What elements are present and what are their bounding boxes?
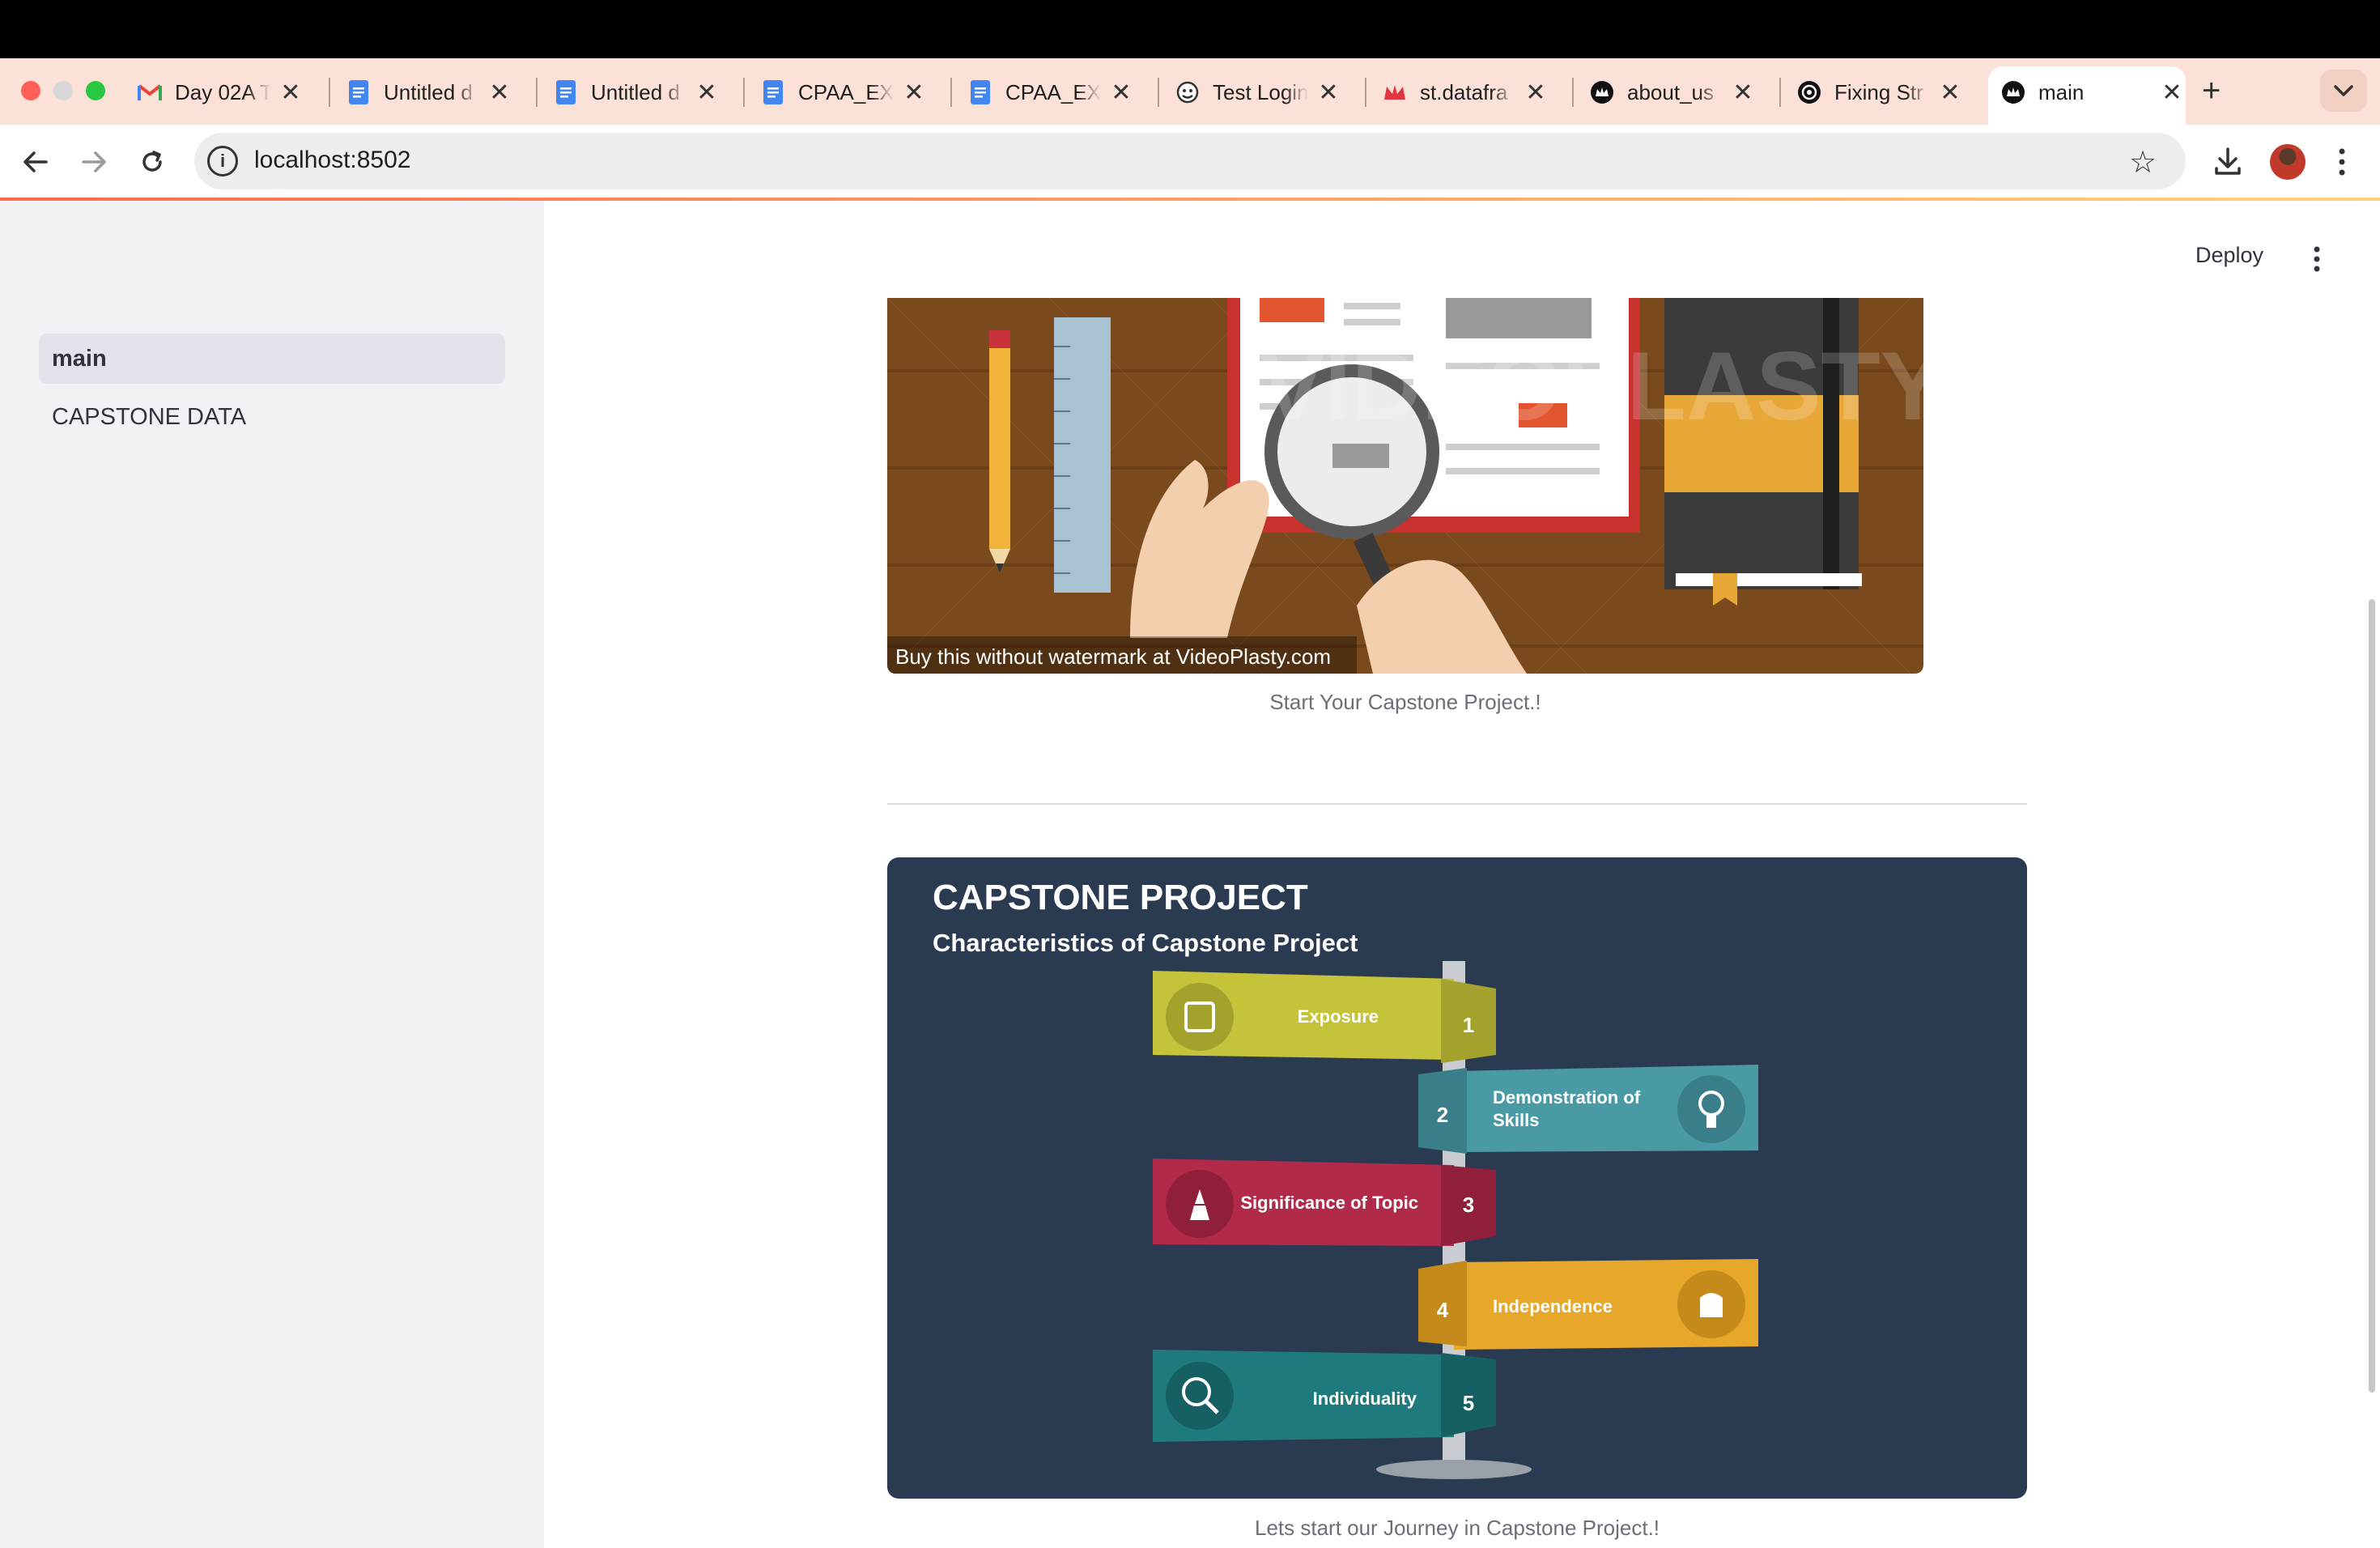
tab-label: Day 02A T — [175, 79, 270, 104]
section-divider — [887, 803, 2027, 805]
browser-tab[interactable]: CPAA_EXI ✕ — [761, 68, 926, 117]
sidebar-item-main[interactable]: main — [39, 334, 505, 384]
close-icon[interactable]: ✕ — [1731, 79, 1755, 107]
back-button[interactable] — [16, 142, 55, 181]
profile-avatar[interactable] — [2270, 144, 2306, 180]
browser-tab[interactable]: st.datafra ✕ — [1383, 68, 1548, 117]
streamlit-app-icon — [1590, 80, 1614, 104]
close-icon[interactable]: ✕ — [1109, 79, 1133, 107]
browser-tab[interactable]: about_us ✕ — [1590, 68, 1755, 117]
browser-tab[interactable]: Fixing Str ✕ — [1797, 68, 1962, 117]
browser-tab[interactable]: Untitled d ✕ — [346, 68, 512, 117]
arrow-right-icon — [82, 151, 106, 172]
app-menu-icon[interactable] — [2307, 243, 2327, 275]
site-info-icon[interactable]: i — [207, 146, 238, 176]
browser-tab[interactable]: Untitled d ✕ — [554, 68, 719, 117]
close-icon[interactable]: ✕ — [487, 79, 512, 107]
docs-icon — [968, 80, 992, 104]
docs-icon — [761, 80, 785, 104]
sign-5-number: 5 — [1463, 1391, 1474, 1415]
sign-5-label: Individuality — [1313, 1389, 1417, 1409]
browser-tab-active[interactable]: main ✕ — [2001, 68, 2184, 117]
tab-separator — [743, 78, 745, 107]
tab-separator — [1572, 78, 1574, 107]
close-icon[interactable]: ✕ — [1938, 79, 1962, 107]
streamlit-crown-icon — [1383, 80, 1407, 104]
page-scrollbar[interactable] — [2369, 599, 2375, 1393]
browser-tab[interactable]: Test Login ✕ — [1175, 68, 1341, 117]
address-bar[interactable] — [194, 133, 2186, 189]
browser-menu-icon[interactable] — [2330, 144, 2354, 180]
tab-label: Untitled d — [591, 79, 680, 104]
sign-1-number: 1 — [1463, 1013, 1474, 1037]
docs-icon — [554, 80, 578, 104]
sidebar-item-capstone-data[interactable]: CAPSTONE DATA — [39, 392, 505, 442]
tab-search-button[interactable] — [2320, 70, 2367, 112]
tab-separator — [536, 78, 538, 107]
chevron-down-icon — [2334, 85, 2353, 96]
sign-2-number: 2 — [1437, 1103, 1448, 1127]
tab-label: st.datafra — [1420, 79, 1508, 104]
tab-separator — [329, 78, 330, 107]
tab-label: CPAA_EXI — [798, 79, 894, 104]
infographic-title: CAPSTONE PROJECT — [933, 878, 1308, 917]
window-zoom-button[interactable] — [86, 81, 105, 100]
tab-separator — [1365, 78, 1366, 107]
sidebar-item-label: CAPSTONE DATA — [52, 403, 247, 430]
svg-text:VIDEOPLASTY: VIDEOPLASTY — [1260, 332, 1923, 440]
tab-label: about_us — [1627, 79, 1714, 104]
new-tab-button[interactable]: + — [2202, 73, 2221, 109]
sign-4-number: 4 — [1437, 1298, 1449, 1322]
tab-label: Untitled d — [384, 79, 473, 104]
sidebar-item-label: main — [52, 345, 107, 372]
tab-separator — [1158, 78, 1159, 107]
image1-caption: Start Your Capstone Project.! — [1269, 690, 1541, 714]
screen-top-bar — [0, 0, 2380, 58]
reload-button[interactable] — [133, 142, 172, 181]
sign-4-label: Independence — [1493, 1296, 1613, 1316]
tab-label: Test Login — [1213, 79, 1308, 104]
window-close-button[interactable] — [21, 81, 40, 100]
close-icon[interactable]: ✕ — [902, 79, 926, 107]
close-icon[interactable]: ✕ — [1316, 79, 1341, 107]
openai-icon — [1797, 80, 1821, 104]
tab-separator — [1779, 78, 1781, 107]
sidebar: main CAPSTONE DATA — [0, 201, 544, 1548]
close-icon[interactable]: ✕ — [695, 79, 719, 107]
streamlit-app-icon — [2001, 80, 2025, 104]
face-icon — [1175, 80, 1200, 104]
sign-2-label-line1: Demonstration of — [1493, 1087, 1641, 1108]
close-icon[interactable]: ✕ — [278, 79, 303, 107]
gmail-icon — [138, 80, 162, 104]
close-icon[interactable]: ✕ — [1524, 79, 1548, 107]
sign-3-label: Significance of Topic — [1240, 1193, 1418, 1213]
browser-tab[interactable]: CPAA_EXI ✕ — [968, 68, 1133, 117]
sign-1-label: Exposure — [1298, 1006, 1379, 1027]
window-minimize-button[interactable] — [53, 81, 73, 100]
download-icon[interactable] — [2208, 142, 2247, 181]
reload-icon — [142, 151, 162, 172]
capstone-start-image: VIDEOPLASTY Buy this without watermark a… — [887, 298, 1923, 674]
deploy-button[interactable]: Deploy — [2195, 243, 2263, 268]
forward-button[interactable] — [74, 142, 113, 181]
image2-caption: Lets start our Journey in Capstone Proje… — [1254, 1516, 1660, 1540]
browser-tab[interactable]: Day 02A T ✕ — [138, 68, 303, 117]
docs-icon — [346, 80, 371, 104]
bookmark-star-icon[interactable]: ☆ — [2129, 144, 2157, 181]
sign-3-number: 3 — [1463, 1193, 1474, 1217]
infographic-subtitle: Characteristics of Capstone Project — [933, 929, 1358, 957]
close-icon[interactable]: ✕ — [2160, 79, 2184, 107]
tab-separator — [950, 78, 952, 107]
sign-2-label-line2: Skills — [1493, 1110, 1539, 1130]
tab-label: Fixing Str — [1834, 79, 1923, 104]
watermark-text: Buy this without watermark at VideoPlast… — [895, 644, 1331, 669]
url-text[interactable]: localhost:8502 — [254, 147, 410, 174]
capstone-characteristics-image: CAPSTONE PROJECT Characteristics of Caps… — [887, 857, 2027, 1499]
tab-label: main — [2038, 79, 2085, 104]
arrow-left-icon — [23, 151, 48, 172]
tab-label: CPAA_EXI — [1005, 79, 1101, 104]
